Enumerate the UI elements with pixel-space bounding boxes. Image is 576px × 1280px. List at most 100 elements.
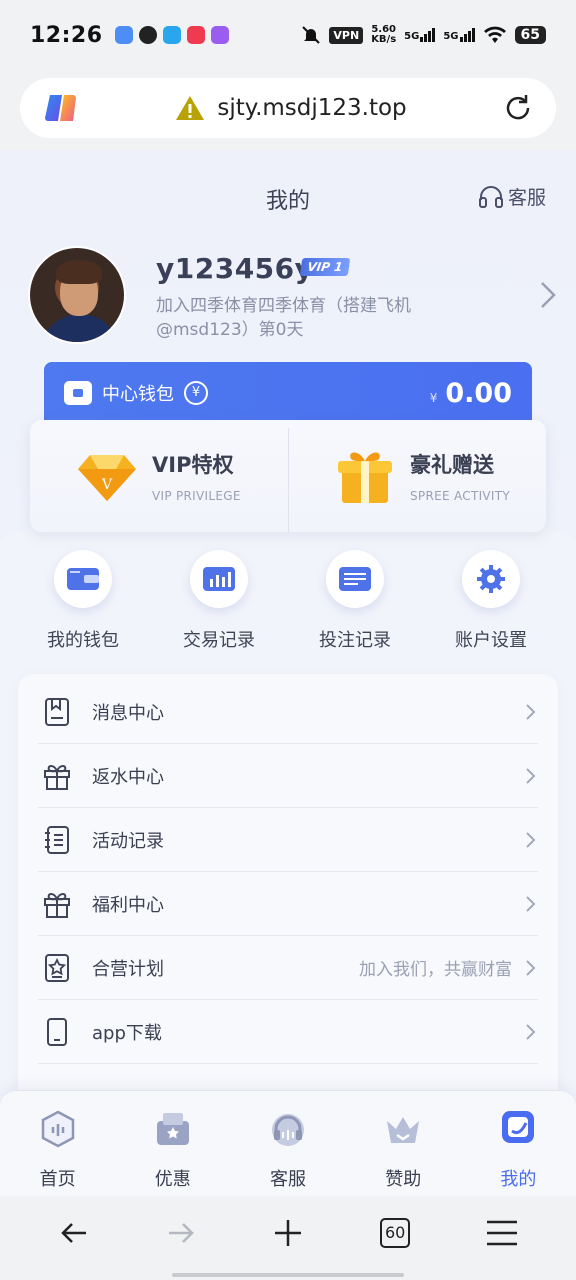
menu-item-welfare[interactable]: 福利中心 bbox=[38, 872, 538, 936]
wallet-amount: 0.00 bbox=[445, 377, 512, 409]
hamburger-menu-icon bbox=[487, 1220, 518, 1246]
vip-privilege-subtitle: VIP PRIVILEGE bbox=[152, 489, 241, 503]
signal-icon: 5G bbox=[443, 28, 475, 42]
vip-privilege-title: VIP特权 bbox=[152, 453, 234, 477]
menu-item-activity-records[interactable]: 活动记录 bbox=[38, 808, 538, 872]
menu-item-label: 福利中心 bbox=[92, 894, 164, 916]
gift-icon bbox=[44, 764, 70, 790]
vip-badge: VIP 1 bbox=[299, 258, 351, 276]
headset-icon bbox=[478, 185, 503, 208]
status-indicators: VPN 5.60 KB/s 5G 5G 65 bbox=[301, 25, 546, 45]
menu-item-partnership[interactable]: 合营计划 加入我们，共赢财富 bbox=[38, 936, 538, 1000]
spree-activity-button[interactable]: 豪礼赠送 SPREE ACTIVITY bbox=[288, 420, 546, 532]
wallet-icon bbox=[64, 381, 92, 405]
menu-item-label: app下载 bbox=[92, 1022, 162, 1044]
quick-action-wallet[interactable]: 我的钱包 bbox=[15, 550, 151, 660]
star-badge-icon bbox=[45, 953, 69, 982]
app-notification-icon bbox=[114, 26, 133, 44]
menu-item-label: 消息中心 bbox=[92, 702, 164, 724]
center-wallet[interactable]: 中心钱包 ¥ ¥ 0.00 bbox=[44, 362, 532, 424]
status-time: 12:26 bbox=[30, 22, 103, 48]
copilot-icon[interactable] bbox=[42, 89, 80, 127]
spree-activity-title: 豪礼赠送 bbox=[410, 453, 494, 477]
menu-item-rebate[interactable]: 返水中心 bbox=[38, 744, 538, 808]
quick-action-label: 账户设置 bbox=[455, 630, 527, 651]
chevron-right-icon bbox=[526, 831, 536, 848]
tab-label: 优惠 bbox=[154, 1169, 191, 1190]
menu-button[interactable] bbox=[482, 1213, 522, 1253]
tab-label: 客服 bbox=[270, 1169, 306, 1190]
quick-action-label: 我的钱包 bbox=[47, 630, 119, 651]
refresh-balance-icon[interactable]: ¥ bbox=[184, 381, 208, 405]
diamond-icon: V bbox=[78, 455, 136, 501]
profile-section[interactable]: y123456y VIP 1 加入四季体育四季体育（搭建飞机@msd123）第0… bbox=[28, 246, 558, 346]
username: y123456y bbox=[156, 252, 314, 285]
app-notification-icon bbox=[162, 26, 181, 44]
page-content: 我的 客服 y123456y VIP 1 加入四季体育四季体育（搭建飞机@msd… bbox=[0, 150, 576, 1196]
chevron-right-icon bbox=[526, 703, 536, 720]
chevron-right-icon bbox=[526, 959, 536, 976]
tab-customer-service[interactable]: 客服 bbox=[230, 1091, 345, 1196]
gift-icon bbox=[44, 892, 70, 918]
home-indicator[interactable] bbox=[172, 1273, 404, 1277]
quick-action-bet-records[interactable]: 投注记录 bbox=[287, 550, 423, 660]
tab-profile[interactable]: 我的 bbox=[461, 1091, 576, 1196]
spree-activity-subtitle: SPREE ACTIVITY bbox=[410, 489, 511, 503]
battery-icon: 65 bbox=[514, 26, 546, 44]
wallet-icon bbox=[67, 568, 99, 590]
headset-icon bbox=[272, 1114, 304, 1146]
app-notification-icon bbox=[186, 26, 205, 44]
coupon-icon bbox=[156, 1113, 189, 1145]
net-speed-unit: KB/s bbox=[371, 34, 397, 45]
tab-label: 赞助 bbox=[385, 1169, 422, 1190]
url-text[interactable]: sjty.msdj123.top bbox=[217, 95, 406, 121]
tab-home[interactable]: 首页 bbox=[0, 1091, 115, 1196]
chevron-right-icon bbox=[526, 1023, 536, 1040]
chevron-right-icon bbox=[526, 895, 536, 912]
vip-privilege-button[interactable]: V VIP特权 VIP PRIVILEGE bbox=[30, 420, 288, 532]
message-icon bbox=[45, 697, 69, 726]
bottom-tab-bar: 首页 优惠 客服 赞助 我的 bbox=[0, 1090, 576, 1196]
back-button[interactable] bbox=[54, 1213, 94, 1253]
browser-toolbar: sjty.msdj123.top bbox=[0, 70, 576, 150]
phone-icon bbox=[47, 1017, 67, 1046]
quick-actions: 我的钱包 交易记录 投注记录 账户设置 bbox=[0, 550, 576, 660]
menu-list: 消息中心 返水中心 活动记录 福利中心 合营计划 加入我们，共赢财富 app下载 bbox=[18, 674, 558, 1104]
signal-icon: 5G bbox=[404, 28, 436, 42]
tab-sponsor[interactable]: 赞助 bbox=[346, 1091, 461, 1196]
avatar[interactable] bbox=[28, 246, 126, 344]
arrow-left-icon bbox=[60, 1223, 86, 1243]
qq-icon bbox=[138, 26, 157, 44]
signal-label: 5G bbox=[404, 31, 420, 42]
address-bar[interactable]: sjty.msdj123.top bbox=[20, 78, 556, 138]
wallet-label: 中心钱包 bbox=[102, 384, 174, 405]
quick-action-label: 交易记录 bbox=[183, 630, 255, 651]
menu-item-app-download[interactable]: app下载 bbox=[38, 1000, 538, 1064]
reload-icon[interactable] bbox=[502, 92, 534, 124]
arrow-right-icon bbox=[168, 1223, 194, 1243]
menu-item-messages[interactable]: 消息中心 bbox=[38, 680, 538, 744]
svg-text:V: V bbox=[101, 477, 113, 493]
customer-service-link[interactable]: 客服 bbox=[478, 183, 546, 210]
net-speed: 5.60 KB/s bbox=[371, 25, 396, 45]
home-icon bbox=[41, 1110, 74, 1148]
mute-bell-icon bbox=[302, 26, 321, 44]
chevron-right-icon[interactable] bbox=[538, 280, 558, 310]
quick-action-settings[interactable]: 账户设置 bbox=[423, 550, 559, 660]
app-notification-icon bbox=[210, 26, 229, 44]
tab-promotions[interactable]: 优惠 bbox=[115, 1091, 230, 1196]
menu-item-hint: 加入我们，共赢财富 bbox=[359, 960, 512, 980]
tab-switcher-button[interactable]: 60 bbox=[375, 1213, 415, 1253]
privilege-card: V VIP特权 VIP PRIVILEGE 豪礼赠送 SPREE ACTIVIT… bbox=[30, 420, 546, 532]
warning-icon[interactable] bbox=[175, 95, 205, 121]
new-tab-button[interactable] bbox=[268, 1213, 308, 1253]
forward-button[interactable] bbox=[161, 1213, 201, 1253]
vpn-badge: VPN bbox=[329, 26, 364, 44]
notebook-icon bbox=[45, 825, 69, 854]
menu-item-label: 返水中心 bbox=[92, 766, 164, 788]
page-header: 我的 客服 bbox=[0, 150, 576, 240]
gift-box-icon bbox=[338, 452, 392, 503]
browser-navigation-bar: 60 bbox=[0, 1196, 576, 1280]
quick-action-transactions[interactable]: 交易记录 bbox=[151, 550, 287, 660]
transaction-icon bbox=[203, 567, 235, 591]
